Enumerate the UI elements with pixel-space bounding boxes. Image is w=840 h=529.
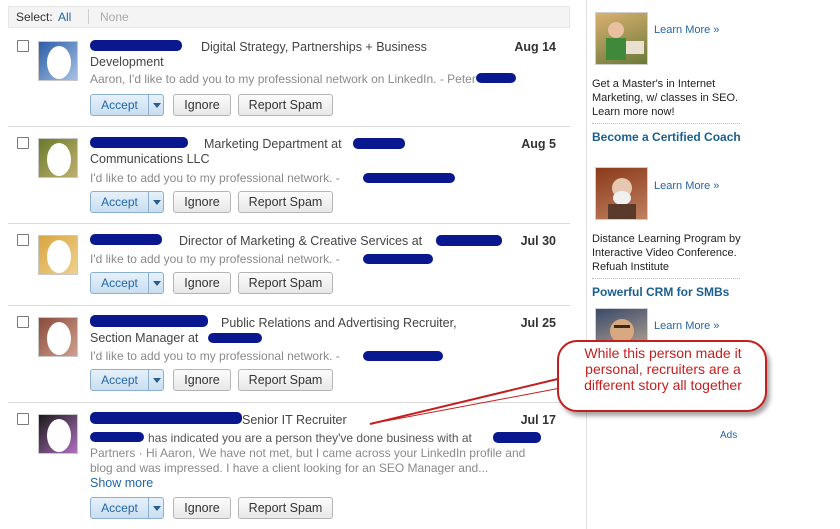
invitation-item: Public Relations and Advertising Recruit… <box>8 306 570 403</box>
ignore-button[interactable]: Ignore <box>173 369 231 391</box>
learn-more-link[interactable]: Learn More » <box>654 24 719 36</box>
ad-headline[interactable]: Become a Certified Coach <box>592 130 742 144</box>
invitation-message: has indicated you are a person they've d… <box>148 431 472 445</box>
select-bar: Select: All None <box>8 6 570 28</box>
divider <box>592 278 740 279</box>
ignore-button[interactable]: Ignore <box>173 497 231 519</box>
accept-button[interactable]: Accept <box>90 94 164 116</box>
invitation-message: I'd like to add you to my professional n… <box>90 349 340 363</box>
ignore-button[interactable]: Ignore <box>173 272 231 294</box>
accept-button[interactable]: Accept <box>90 191 164 213</box>
accept-label: Accept <box>101 98 138 112</box>
learn-more-link[interactable]: Learn More » <box>654 180 719 192</box>
invitation-checkbox[interactable] <box>17 413 29 425</box>
accept-label: Accept <box>101 373 138 387</box>
invitations-panel: Select: All None Digital Strategy, Partn… <box>0 0 570 529</box>
ad-image[interactable] <box>595 167 648 220</box>
avatar[interactable] <box>38 235 78 275</box>
invitation-title: Public Relations and Advertising Recruit… <box>90 316 457 345</box>
invitation-title: Senior IT Recruiter <box>242 413 347 427</box>
select-label: Select: <box>16 10 53 24</box>
accept-button[interactable]: Accept <box>90 272 164 294</box>
invitation-item: Digital Strategy, Partnerships + Busines… <box>8 30 570 127</box>
chevron-down-icon[interactable] <box>153 378 161 383</box>
chevron-down-icon[interactable] <box>153 200 161 205</box>
invitation-checkbox[interactable] <box>17 234 29 246</box>
invitation-date: Aug 14 <box>514 40 556 54</box>
redacted-company <box>493 432 541 443</box>
report-spam-button[interactable]: Report Spam <box>238 497 333 519</box>
ignore-button[interactable]: Ignore <box>173 191 231 213</box>
redacted-name <box>476 73 516 83</box>
redacted-company <box>353 138 405 149</box>
invitation-date: Jul 25 <box>520 316 556 330</box>
chevron-down-icon[interactable] <box>153 506 161 511</box>
redacted-company <box>208 333 262 343</box>
report-spam-button[interactable]: Report Spam <box>238 369 333 391</box>
ignore-button[interactable]: Ignore <box>173 94 231 116</box>
accept-button[interactable]: Accept <box>90 369 164 391</box>
learn-more-link[interactable]: Learn More » <box>654 320 719 332</box>
select-none-link[interactable]: None <box>100 10 129 24</box>
accept-button[interactable]: Accept <box>90 497 164 519</box>
select-all-link[interactable]: All <box>58 10 71 24</box>
redacted-company <box>436 235 502 246</box>
accept-label: Accept <box>101 276 138 290</box>
report-spam-button[interactable]: Report Spam <box>238 94 333 116</box>
avatar[interactable] <box>38 41 78 81</box>
redacted-name <box>363 254 433 264</box>
callout-text: While this person made it personal, recr… <box>584 345 742 393</box>
redacted-name <box>363 173 455 183</box>
show-more-link[interactable]: Show more <box>90 476 153 490</box>
ad-description[interactable]: Get a Master's in Internet Marketing, w/… <box>592 77 742 119</box>
chevron-down-icon[interactable] <box>153 281 161 286</box>
divider <box>88 9 89 24</box>
redacted-name <box>363 351 443 361</box>
invitation-title: Digital Strategy, Partnerships + Busines… <box>90 40 427 69</box>
invitation-date: Aug 5 <box>521 137 556 151</box>
invitation-message: I'd like to add you to my professional n… <box>90 252 340 266</box>
ads-label[interactable]: Ads <box>720 430 737 441</box>
invitation-item: Director of Marketing & Creative Service… <box>8 224 570 306</box>
invitation-title: Marketing Department atCommunications LL… <box>90 137 342 166</box>
invitation-date: Jul 17 <box>520 413 556 427</box>
avatar[interactable] <box>38 138 78 178</box>
invitation-checkbox[interactable] <box>17 137 29 149</box>
invitation-message-body: Partners · Hi Aaron, We have not met, bu… <box>90 446 526 475</box>
ad-description[interactable]: Distance Learning Program by Interactive… <box>592 232 742 274</box>
invitation-title: Director of Marketing & Creative Service… <box>179 234 423 248</box>
avatar[interactable] <box>38 317 78 357</box>
report-spam-button[interactable]: Report Spam <box>238 272 333 294</box>
annotation-callout: While this person made it personal, recr… <box>557 340 767 412</box>
invitation-item: Marketing Department atCommunications LL… <box>8 127 570 224</box>
invitation-checkbox[interactable] <box>17 316 29 328</box>
accept-label: Accept <box>101 195 138 209</box>
ad-image[interactable] <box>595 12 648 65</box>
accept-label: Accept <box>101 501 138 515</box>
invitation-item: Senior IT Recruiter Jul 17 has indicated… <box>8 403 570 529</box>
report-spam-button[interactable]: Report Spam <box>238 191 333 213</box>
invitation-message: I'd like to add you to my professional n… <box>90 171 340 185</box>
invitation-date: Jul 30 <box>520 234 556 248</box>
divider <box>592 123 740 124</box>
avatar[interactable] <box>38 414 78 454</box>
chevron-down-icon[interactable] <box>153 103 161 108</box>
divider <box>586 0 587 529</box>
ad-headline[interactable]: Powerful CRM for SMBs <box>592 285 742 299</box>
invitation-checkbox[interactable] <box>17 40 29 52</box>
